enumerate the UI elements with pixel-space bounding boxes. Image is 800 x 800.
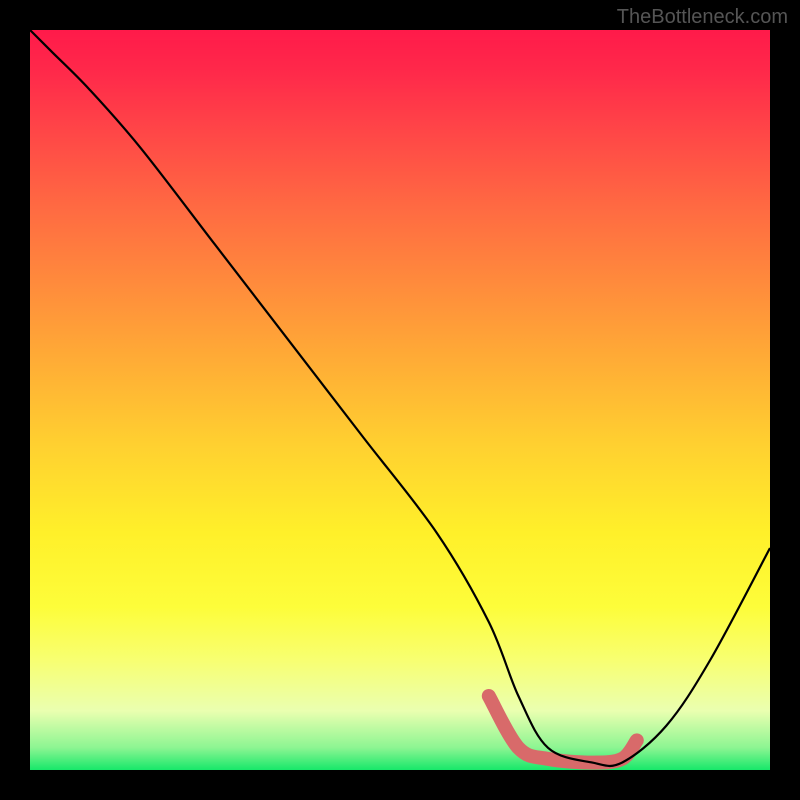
highlight-valley-segment — [489, 696, 637, 763]
plot-area — [30, 30, 770, 770]
watermark-text: TheBottleneck.com — [617, 6, 788, 29]
bottleneck-curve — [30, 30, 770, 766]
chart-svg — [30, 30, 770, 770]
